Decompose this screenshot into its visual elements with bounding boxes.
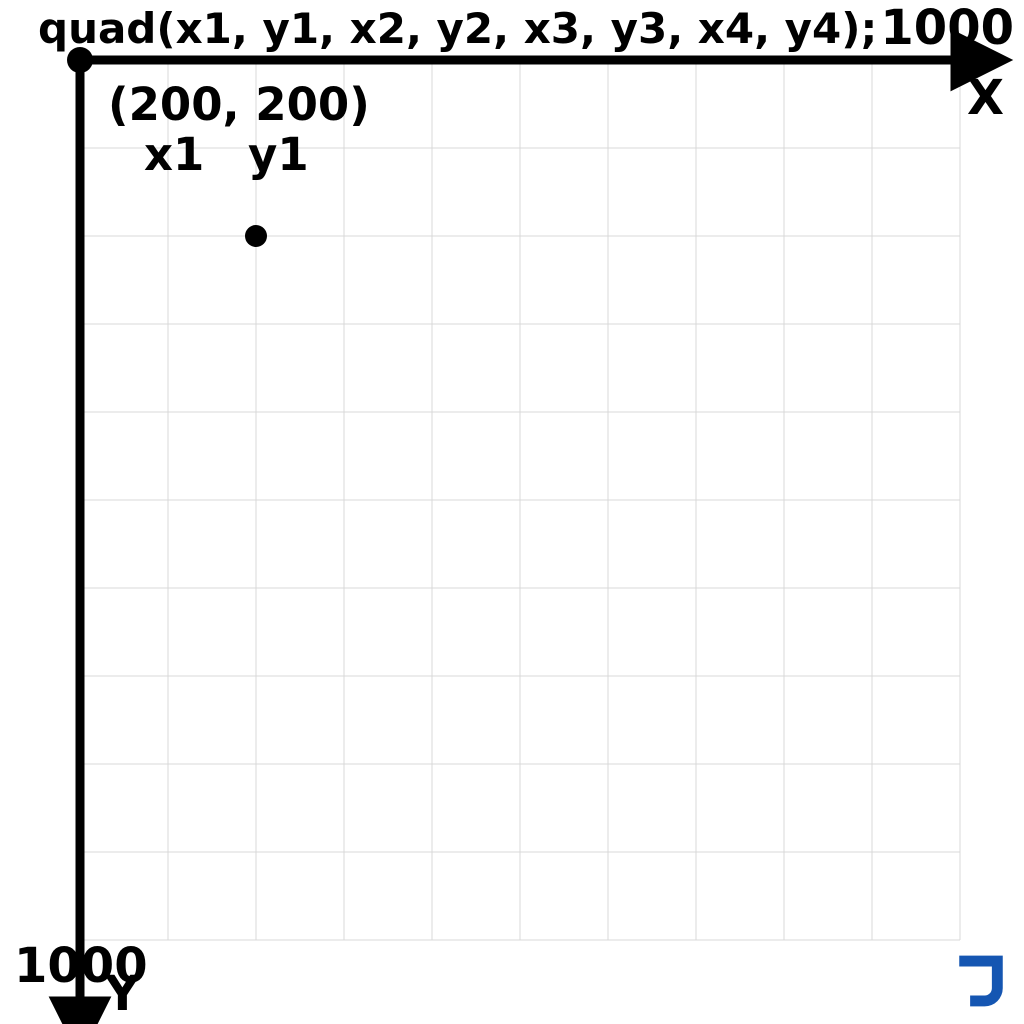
diagram-stage: quad(x1, y1, x2, y2, x3, y3, x4, y4); 10… — [0, 0, 1024, 1024]
code-title: quad(x1, y1, x2, y2, x3, y3, x4, y4); — [38, 4, 877, 53]
y-axis-max: 1000 — [14, 944, 47, 988]
logo-icon — [952, 952, 1010, 1010]
x-axis-max: 1000 — [880, 0, 1014, 56]
point1-coords-label: (200, 200) — [108, 78, 370, 131]
point1-x1-label: x1 — [144, 128, 204, 181]
x-axis-label: X — [967, 70, 1004, 126]
point1-y1-label: y1 — [248, 128, 309, 181]
